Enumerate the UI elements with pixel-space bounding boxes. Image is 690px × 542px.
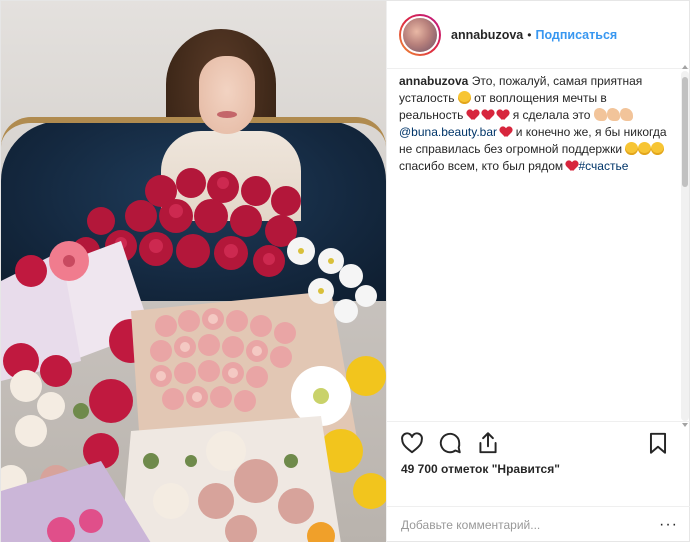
post-sidebar: annabuzova • Подписаться annabuzova Это,… (386, 1, 690, 542)
instagram-post: annabuzova • Подписаться annabuzova Это,… (0, 0, 690, 542)
avatar[interactable] (399, 13, 441, 56)
add-comment-form: ··· (387, 506, 690, 542)
scroll-thumb[interactable] (682, 77, 688, 187)
heart-outline-icon[interactable] (399, 430, 425, 456)
red-heart-emoji-icon (500, 127, 512, 138)
flexed-biceps-emoji-icon (593, 108, 607, 121)
caption-mention-link[interactable]: @buna.beauty.bar (399, 125, 497, 139)
kiss-emoji-icon (638, 142, 652, 155)
caption-text-3: я сделала это (512, 108, 591, 122)
flexed-biceps-emoji-icon (606, 108, 620, 121)
header-username[interactable]: annabuzova (451, 28, 523, 42)
comment-bubble-icon[interactable] (437, 430, 463, 456)
comment-input[interactable] (401, 518, 660, 532)
caption-area: annabuzova Это, пожалуй, самая приятная … (399, 73, 671, 413)
likes-count[interactable]: 49 700 отметок "Нравится" (401, 462, 560, 476)
comments-scrollbar[interactable] (681, 65, 689, 427)
share-upload-icon[interactable] (475, 430, 501, 456)
red-heart-emoji-icon (467, 110, 479, 121)
red-heart-emoji-icon (497, 110, 509, 121)
caption-username[interactable]: annabuzova (399, 74, 468, 88)
scroll-up-arrow-icon[interactable] (682, 65, 688, 69)
post-header: annabuzova • Подписаться (387, 1, 690, 69)
avatar-image (401, 15, 439, 54)
follow-button[interactable]: Подписаться (535, 28, 617, 42)
photo-flower-bouquets (1, 168, 386, 542)
photo-woman-face (199, 56, 255, 134)
red-heart-emoji-icon (566, 161, 578, 172)
red-heart-emoji-icon (482, 110, 494, 121)
post-actions-bar (387, 421, 690, 461)
flexed-biceps-emoji-icon (619, 108, 633, 121)
kiss-emoji-icon (625, 142, 639, 155)
smile-emoji-icon (457, 91, 471, 104)
bookmark-icon[interactable] (645, 430, 671, 456)
caption-text-5: спасибо всем, кто был рядом (399, 159, 564, 173)
header-separator: • (527, 27, 532, 42)
caption-hashtag-link[interactable]: #счастье (578, 159, 628, 173)
post-photo[interactable] (1, 1, 386, 542)
kiss-emoji-icon (651, 142, 665, 155)
photo-woman-lips (217, 111, 237, 118)
more-options-icon[interactable]: ··· (659, 516, 678, 534)
